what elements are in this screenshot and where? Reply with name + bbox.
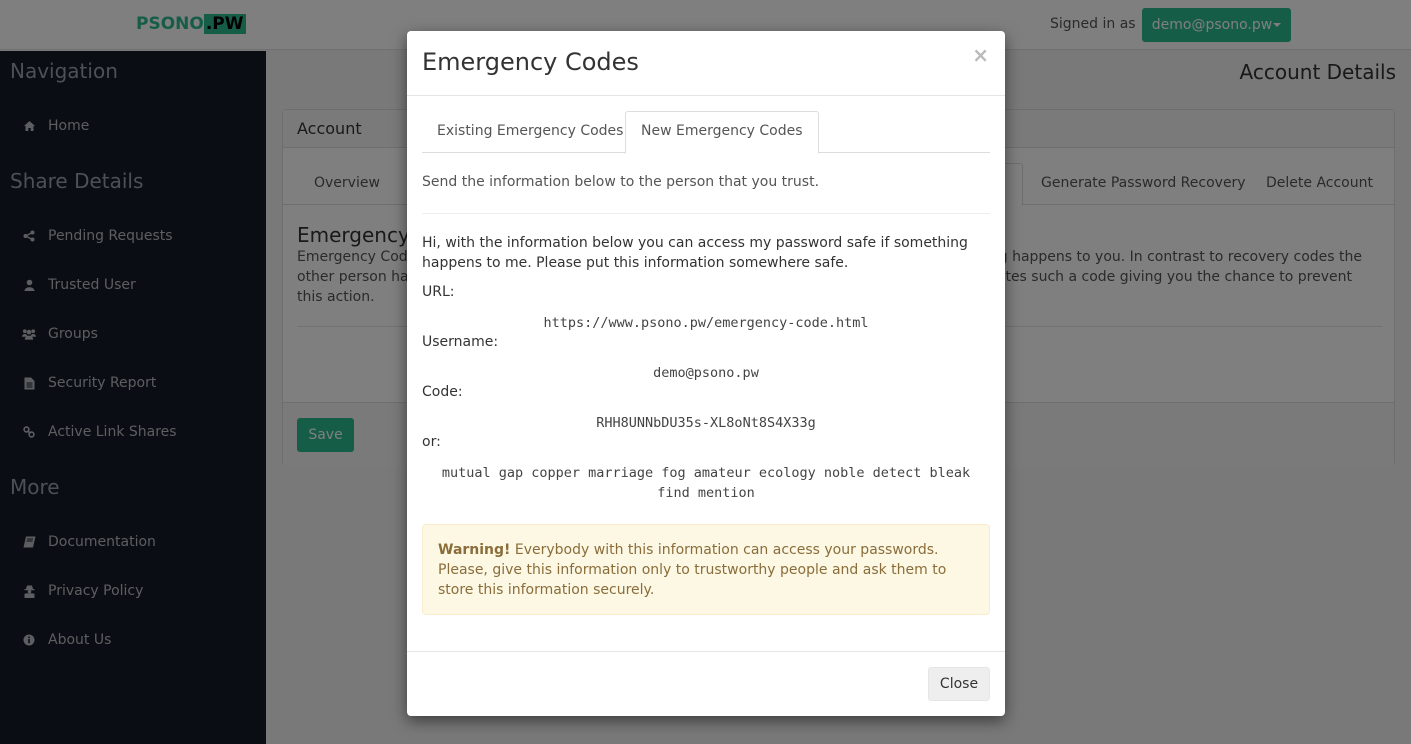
- tab-existing-emergency-codes[interactable]: Existing Emergency Codes: [422, 111, 638, 153]
- emergency-message: Hi, with the information below you can a…: [422, 235, 968, 271]
- url-label: URL:: [422, 284, 455, 300]
- username-label: Username:: [422, 334, 499, 350]
- username-value: demo@psono.pw: [653, 365, 759, 381]
- warning-text: Everybody with this information can acce…: [438, 542, 947, 598]
- divider: [422, 213, 990, 214]
- code-value: RHH8UNNbDU35s-XL8oNt8S4X33g: [596, 415, 816, 431]
- modal-intro-text: Send the information below to the person…: [422, 174, 820, 190]
- close-button[interactable]: Close: [928, 667, 990, 701]
- or-label: or:: [422, 434, 441, 450]
- modal-tabs: Existing Emergency Codes New Emergency C…: [422, 111, 990, 154]
- emergency-codes-modal: Emergency Codes × Existing Emergency Cod…: [407, 31, 1005, 716]
- url-value: https://www.psono.pw/emergency-code.html: [543, 315, 869, 331]
- word-list-value: mutual gap copper marriage fog amateur e…: [441, 465, 971, 501]
- close-icon[interactable]: ×: [972, 43, 989, 67]
- warning-label: Warning!: [438, 542, 511, 558]
- tab-new-emergency-codes[interactable]: New Emergency Codes: [625, 111, 819, 154]
- code-label: Code:: [422, 384, 463, 400]
- modal-footer: Close: [407, 651, 1005, 716]
- warning-alert: Warning! Everybody with this information…: [422, 524, 990, 615]
- modal-title: Emergency Codes: [422, 48, 639, 76]
- modal-header: Emergency Codes ×: [407, 31, 1005, 96]
